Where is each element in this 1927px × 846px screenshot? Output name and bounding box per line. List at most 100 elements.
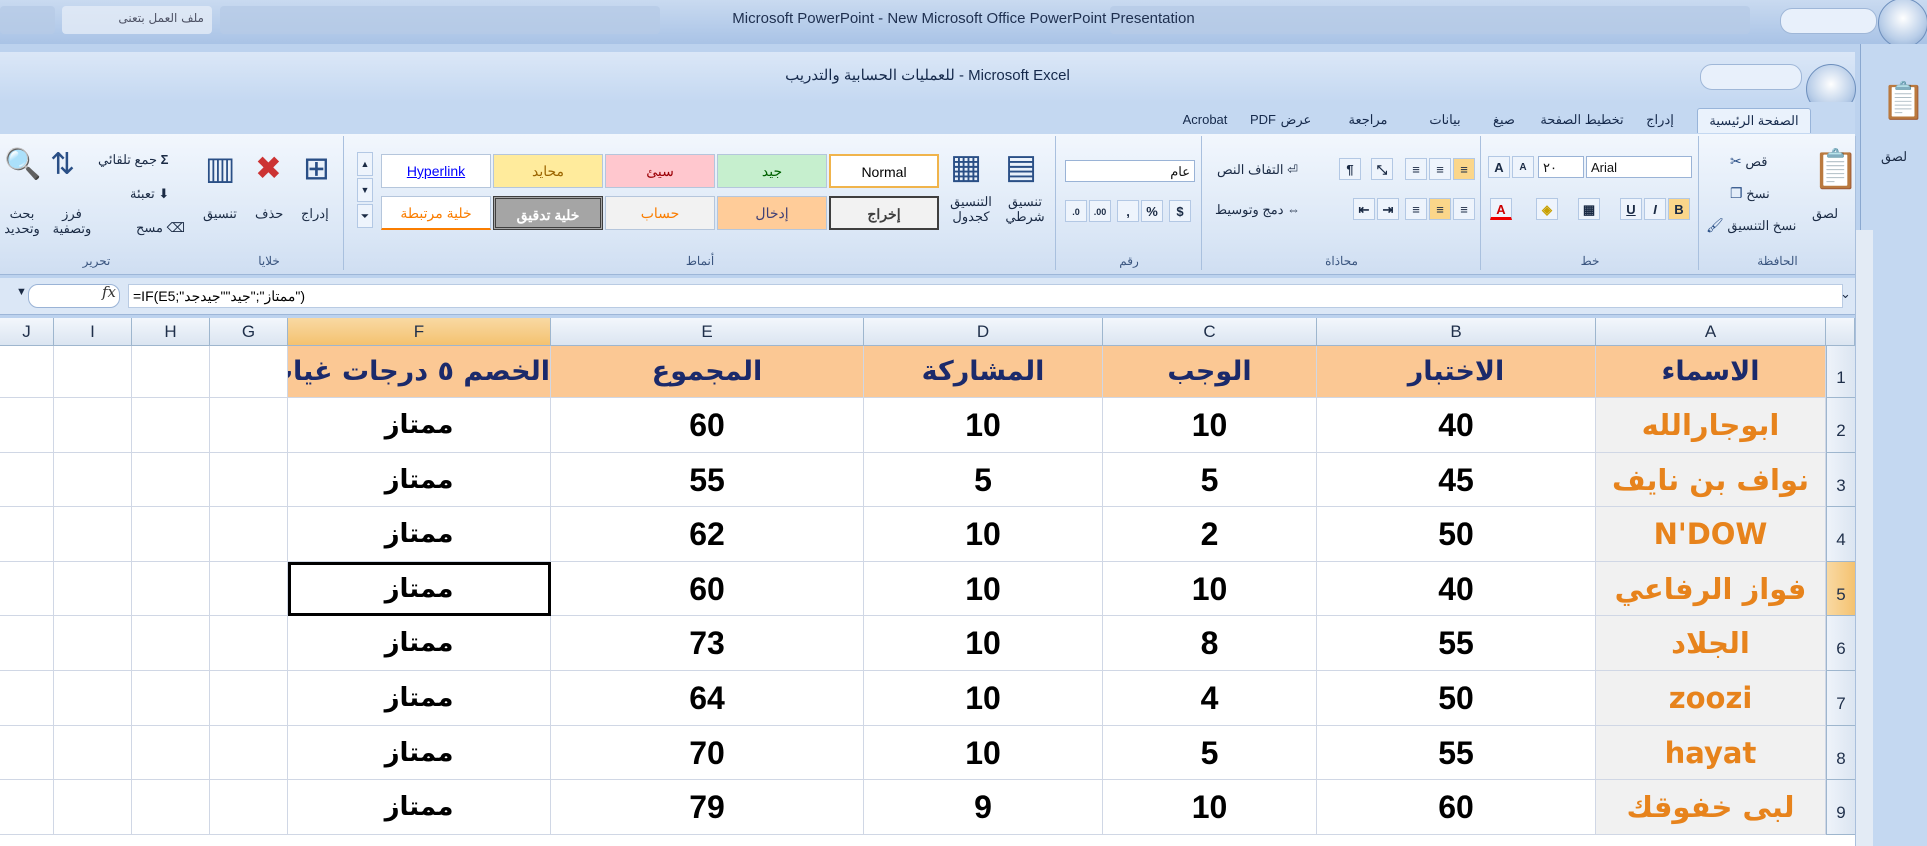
table-header-cell[interactable]: الخصم ٥ درجات غياب [288,346,551,398]
table-cell[interactable]: ممتاز [288,398,551,453]
column-header-h[interactable]: H [132,318,210,346]
borders-icon[interactable]: ▦ [1578,198,1600,220]
table-cell[interactable]: ممتاز [288,452,551,508]
empty-cell[interactable] [210,507,288,562]
insert-cells-button[interactable]: إدراج [301,206,329,222]
table-cell[interactable]: 55 [551,452,864,508]
table-cell[interactable]: ممتاز [288,507,551,562]
table-cell[interactable]: 9 [864,780,1103,835]
cell-style-10[interactable]: خلية مرتبطة [381,196,491,230]
table-cell[interactable]: zoozi [1596,671,1826,726]
table-cell[interactable]: hayat [1596,725,1826,781]
empty-cell[interactable] [54,780,132,835]
sort-filter-button[interactable]: فرز وتصفية [50,206,94,236]
table-header-cell[interactable]: المجموع [551,346,864,398]
table-cell[interactable]: 4 [1103,671,1317,726]
pp-office-button[interactable] [1878,0,1927,48]
table-cell[interactable]: فواز الرفاعي [1596,561,1826,617]
empty-cell[interactable] [132,780,210,835]
row-header[interactable]: 7 [1826,671,1855,726]
table-cell[interactable]: 10 [864,725,1103,781]
column-header-a[interactable]: A [1596,318,1826,346]
table-cell[interactable]: 62 [551,507,864,562]
table-cell[interactable]: 73 [551,616,864,671]
expand-formula-icon[interactable]: ⌄ [1840,286,1851,302]
table-cell[interactable]: ابوجارالله [1596,398,1826,453]
font-color-button[interactable]: A [1490,198,1512,220]
column-header-c[interactable]: C [1103,318,1317,346]
column-header-i[interactable]: I [54,318,132,346]
cell-style-7[interactable]: إدخال [717,196,827,230]
align-middle-icon[interactable]: ≡ [1429,158,1451,180]
empty-cell[interactable] [210,725,288,781]
empty-cell[interactable] [132,507,210,562]
empty-cell[interactable] [132,452,210,508]
empty-cell[interactable] [54,346,132,398]
column-header-j[interactable]: J [0,318,54,346]
align-center-icon[interactable]: ≡ [1429,198,1451,220]
empty-cell[interactable] [210,671,288,726]
row-header[interactable]: 2 [1826,398,1855,453]
empty-cell[interactable] [210,398,288,453]
table-cell[interactable]: 60 [1317,780,1596,835]
currency-icon[interactable]: $ [1169,200,1191,222]
empty-cell[interactable] [54,398,132,453]
empty-cell[interactable] [0,616,54,671]
cell-style-6[interactable]: إخراج [829,196,939,230]
table-cell[interactable]: 60 [551,398,864,453]
table-cell[interactable]: 50 [1317,507,1596,562]
shrink-font-button[interactable]: A [1512,156,1534,178]
conditional-formatting-button[interactable]: تنسيق شرطي [997,194,1053,224]
empty-cell[interactable] [0,561,54,617]
delete-cells-button[interactable]: حذف [255,206,283,222]
format-painter-button[interactable]: 🖌 نسخ التنسيق [1706,218,1796,234]
row-header[interactable]: 8 [1826,725,1855,781]
cell-style-5[interactable]: Hyperlink [381,154,491,188]
font-name-select[interactable]: Arial [1586,156,1692,178]
table-cell[interactable]: 10 [864,671,1103,726]
column-header-d[interactable]: D [864,318,1103,346]
tab-2[interactable]: إدراج [1640,108,1680,132]
format-as-table-button[interactable]: التنسيق كجدول [943,194,999,224]
fill-color-icon[interactable]: ◈ [1536,198,1558,220]
row-header[interactable]: 1 [1826,346,1855,398]
empty-cell[interactable] [0,452,54,508]
increase-decimal-button[interactable]: .00 [1089,200,1111,222]
empty-cell[interactable] [0,725,54,781]
empty-cell[interactable] [54,452,132,508]
table-cell[interactable]: 2 [1103,507,1317,562]
fx-icon[interactable]: fx [102,283,116,301]
table-cell[interactable]: 5 [864,452,1103,508]
empty-cell[interactable] [132,671,210,726]
table-cell[interactable]: ممتاز [288,561,551,617]
empty-cell[interactable] [132,561,210,617]
rtl-icon[interactable]: ¶ [1339,158,1361,180]
empty-cell[interactable] [210,561,288,617]
cell-style-3[interactable]: سيئ [605,154,715,188]
empty-cell[interactable] [210,616,288,671]
table-cell[interactable]: 10 [1103,780,1317,835]
table-cell[interactable]: 10 [1103,561,1317,617]
italic-button[interactable]: I [1644,198,1666,220]
styles-more-icon[interactable]: ⏷ [357,204,373,228]
empty-cell[interactable] [0,780,54,835]
tab-7[interactable]: عرض [1276,108,1316,132]
table-cell[interactable]: N'DOW [1596,507,1826,562]
table-cell[interactable]: 60 [551,561,864,617]
cell-style-1[interactable]: Normal [829,154,939,188]
table-cell[interactable]: 5 [1103,725,1317,781]
number-format-select[interactable]: عام [1065,160,1195,182]
excel-quick-access-toolbar[interactable] [1700,64,1802,90]
font-size-select[interactable]: ٢٠ [1538,156,1584,178]
align-right-icon[interactable]: ≡ [1453,198,1475,220]
bold-button[interactable]: B [1668,198,1690,220]
column-header-b[interactable]: B [1317,318,1596,346]
table-cell[interactable]: 10 [864,507,1103,562]
table-header-cell[interactable]: الاختبار [1317,346,1596,398]
find-select-button[interactable]: بحث وتحديد [0,206,44,236]
tab-3[interactable]: تخطيط الصفحة [1540,108,1624,132]
table-cell[interactable]: نواف بن نايف [1596,452,1826,508]
clear-button[interactable]: مسح ⌫ [136,220,185,236]
table-cell[interactable]: 70 [551,725,864,781]
spreadsheet-grid[interactable]: A B C D E F G H I J 1 الاسماء الاختبار الوجب المشاركة ا… [0,318,1855,846]
